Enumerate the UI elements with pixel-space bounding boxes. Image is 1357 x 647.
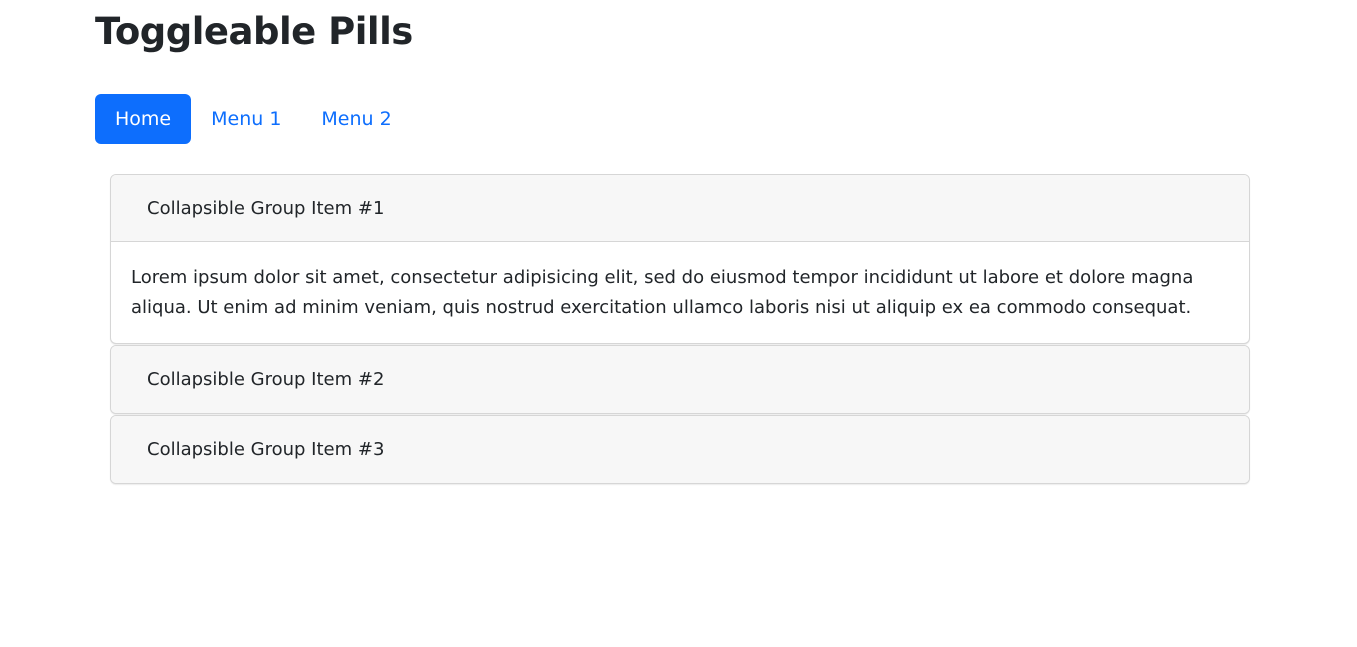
accordion-header-3[interactable]: Collapsible Group Item #3 <box>111 416 1249 483</box>
pill-menu-1[interactable]: Menu 1 <box>191 94 301 144</box>
accordion: Collapsible Group Item #1 Lorem ipsum do… <box>110 174 1250 484</box>
accordion-item-3: Collapsible Group Item #3 <box>110 415 1250 484</box>
pill-menu-2[interactable]: Menu 2 <box>301 94 411 144</box>
accordion-body-1: Lorem ipsum dolor sit amet, consectetur … <box>131 267 1194 318</box>
accordion-header-2[interactable]: Collapsible Group Item #2 <box>111 346 1249 413</box>
page: Toggleable Pills Home Menu 1 Menu 2 Coll… <box>0 0 1357 647</box>
accordion-item-1: Collapsible Group Item #1 Lorem ipsum do… <box>110 174 1250 344</box>
pills-nav: Home Menu 1 Menu 2 <box>95 94 412 144</box>
page-title: Toggleable Pills <box>95 10 413 53</box>
pill-home[interactable]: Home <box>95 94 192 144</box>
accordion-header-1[interactable]: Collapsible Group Item #1 <box>111 175 1249 242</box>
accordion-item-2: Collapsible Group Item #2 <box>110 345 1250 414</box>
